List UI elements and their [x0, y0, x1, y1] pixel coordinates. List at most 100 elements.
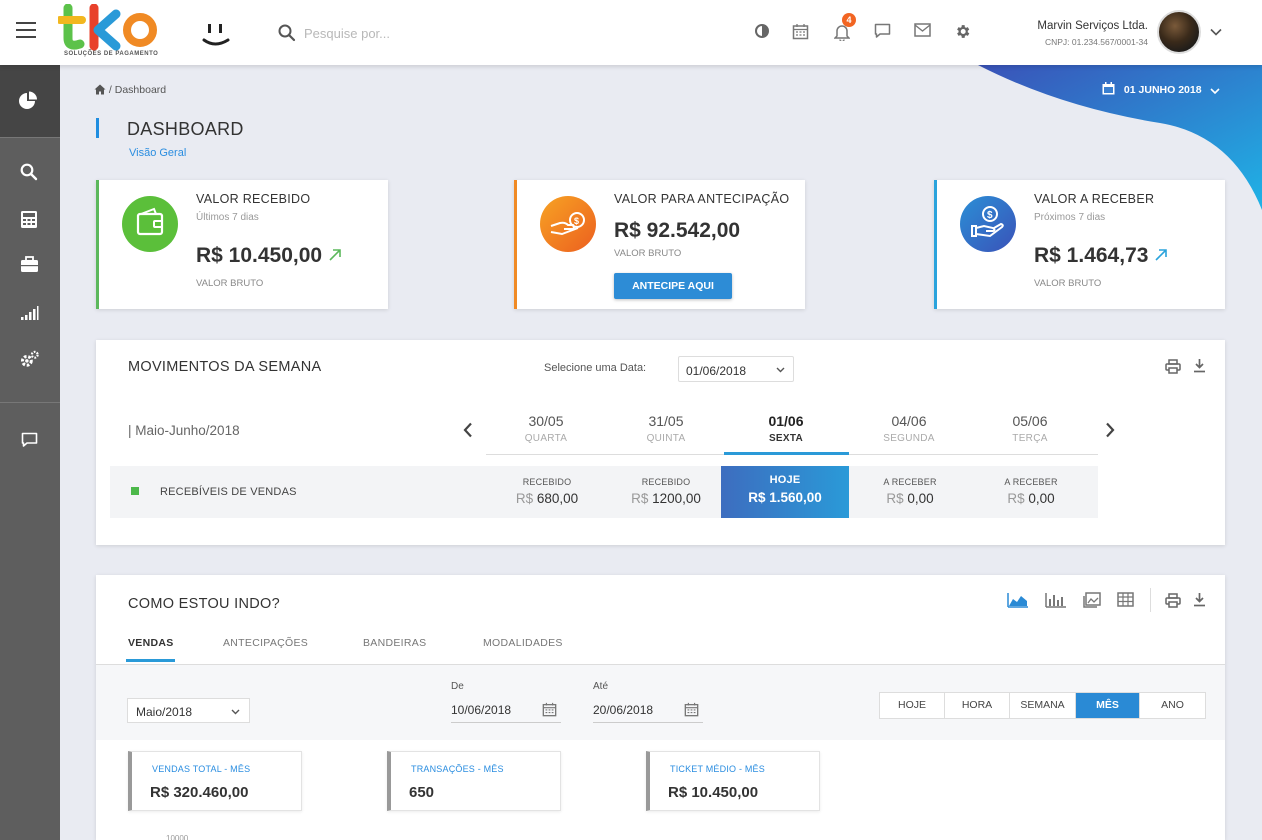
calendar-icon: [542, 702, 557, 717]
bar-chart-icon[interactable]: [1045, 592, 1067, 608]
sidebar-divider: [0, 137, 60, 138]
cell-label: A RECEBER: [1004, 477, 1058, 487]
print-icon[interactable]: [1165, 593, 1181, 608]
segment-hora[interactable]: HORA: [945, 693, 1010, 718]
day-date: 31/05: [648, 413, 684, 429]
calculator-icon[interactable]: [20, 210, 38, 229]
signal-bars-icon[interactable]: [20, 305, 39, 321]
day-tab[interactable]: 30/05 QUARTA: [486, 413, 606, 444]
breadcrumb: / Dashboard: [94, 84, 166, 96]
svg-text:$: $: [987, 210, 993, 221]
contrast-icon[interactable]: [754, 23, 770, 39]
download-icon[interactable]: [1193, 592, 1206, 607]
kpi-vendas-total: VENDAS TOTAL - MÊS R$ 320.460,00: [128, 751, 302, 811]
chat-icon[interactable]: [874, 23, 891, 39]
image-chart-icon[interactable]: [1083, 592, 1101, 608]
chevron-down-icon[interactable]: [1210, 28, 1222, 36]
calendar-icon[interactable]: [792, 23, 809, 40]
cell-label: A RECEBER: [883, 477, 937, 487]
month-select[interactable]: Maio/2018: [127, 698, 250, 723]
card-label: VALOR BRUTO: [196, 278, 264, 289]
day-weekday: SEXTA: [768, 433, 804, 444]
kpi-label: TRANSAÇÕES - MÊS: [411, 764, 504, 774]
table-cell: RECEBIDO R$ 680,00: [483, 466, 611, 518]
legend-dot: [131, 487, 139, 495]
kpi-value: 650: [409, 784, 435, 801]
to-label: Até: [593, 681, 609, 692]
period-label: | Maio-Junho/2018: [128, 423, 240, 438]
page-title: DASHBOARD: [127, 119, 244, 139]
chevron-right-icon[interactable]: [1105, 422, 1115, 438]
segment-semana[interactable]: SEMANA: [1010, 693, 1076, 718]
sidebar-search-icon[interactable]: [20, 163, 38, 181]
day-date: 04/06: [891, 413, 927, 429]
to-date-value: 20/06/2018: [593, 703, 654, 717]
date-picker[interactable]: 01 JUNHO 2018: [1102, 82, 1221, 96]
svg-text:$: $: [574, 216, 579, 226]
tab-modalidades[interactable]: MODALIDADES: [483, 637, 563, 649]
breadcrumb-text[interactable]: / Dashboard: [109, 84, 166, 96]
day-tab[interactable]: 05/06 TERÇA: [970, 413, 1090, 444]
from-label: De: [451, 681, 464, 692]
segment-hoje[interactable]: HOJE: [880, 693, 945, 718]
briefcase-icon[interactable]: [20, 256, 39, 273]
hand-money-icon: $: [540, 196, 596, 252]
cell-currency: R$: [748, 490, 766, 505]
tab-antecipacoes[interactable]: ANTECIPAÇÕES: [223, 637, 308, 649]
area-chart-icon[interactable]: [1007, 592, 1029, 608]
cell-currency: R$: [515, 491, 534, 506]
day-weekday: SEGUNDA: [883, 433, 935, 444]
card-title: VALOR PARA ANTECIPAÇÃO: [614, 192, 790, 206]
card-value-text: R$ 1.464,73: [1034, 244, 1149, 267]
chevron-left-icon[interactable]: [463, 422, 473, 438]
card-value: R$ 92.542,00: [614, 219, 741, 242]
card-valor-recebido: VALOR RECEBIDO Últimos 7 dias R$ 10.450,…: [96, 180, 388, 309]
tab-bandeiras[interactable]: BANDEIRAS: [363, 637, 426, 649]
home-icon[interactable]: [94, 84, 106, 95]
sidebar-item-dashboard[interactable]: [0, 65, 60, 137]
title-accent: [96, 118, 99, 138]
smile-logo-icon: [202, 24, 230, 46]
card-valor-antecipacao: $ VALOR PARA ANTECIPAÇÃO R$ 92.542,00 VA…: [514, 180, 805, 309]
day-tab-selected[interactable]: 01/06 SEXTA: [726, 413, 846, 444]
cell-value: 0,00: [1028, 491, 1055, 506]
date-select-value: 01/06/2018: [686, 364, 747, 378]
cell-label: HOJE: [769, 474, 801, 486]
mail-icon[interactable]: [914, 23, 931, 37]
trend-up-icon: [329, 249, 341, 261]
tab-vendas[interactable]: VENDAS: [128, 637, 174, 649]
company-info[interactable]: Marvin Serviços Ltda. CNPJ: 01.234.567/0…: [1000, 20, 1148, 47]
company-cnpj: CNPJ: 01.234.567/0001-34: [1044, 37, 1148, 47]
sidebar-chat-icon[interactable]: [21, 432, 38, 448]
to-date-field[interactable]: 20/06/2018: [593, 699, 703, 723]
from-date-value: 10/06/2018: [451, 703, 512, 717]
cell-value: 680,00: [536, 491, 579, 506]
segment-ano[interactable]: ANO: [1140, 693, 1205, 718]
table-icon[interactable]: [1117, 592, 1134, 607]
date-select-label: Selecione uma Data:: [544, 362, 647, 374]
day-date: 01/06: [768, 413, 804, 429]
table-cell-today: HOJE R$ 1.560,00: [721, 466, 849, 518]
active-tab-indicator: [126, 659, 175, 662]
menu-icon[interactable]: [16, 22, 36, 42]
cell-currency: R$: [631, 491, 649, 506]
day-tab[interactable]: 04/06 SEGUNDA: [849, 413, 969, 444]
cell-currency: R$: [1007, 491, 1025, 506]
avatar[interactable]: [1157, 10, 1201, 54]
antecipe-aqui-button[interactable]: ANTECIPE AQUI: [614, 273, 732, 299]
search-input[interactable]: [304, 20, 504, 46]
download-icon[interactable]: [1193, 358, 1206, 373]
chevron-down-icon: [231, 709, 240, 715]
from-date-field[interactable]: 10/06/2018: [451, 699, 561, 723]
selected-day-indicator: [724, 452, 849, 455]
gear-icon[interactable]: [954, 23, 971, 40]
day-date: 30/05: [528, 413, 564, 429]
print-icon[interactable]: [1165, 359, 1181, 374]
segment-mes[interactable]: MÊS: [1076, 693, 1140, 718]
wallet-icon: [122, 196, 178, 252]
search-icon[interactable]: [278, 24, 296, 42]
day-tab[interactable]: 31/05 QUINTA: [606, 413, 726, 444]
logo[interactable]: SOLUÇÕES DE PAGAMENTO: [56, 3, 163, 60]
settings-gears-icon[interactable]: [19, 350, 40, 370]
date-select[interactable]: 01/06/2018: [678, 356, 794, 382]
